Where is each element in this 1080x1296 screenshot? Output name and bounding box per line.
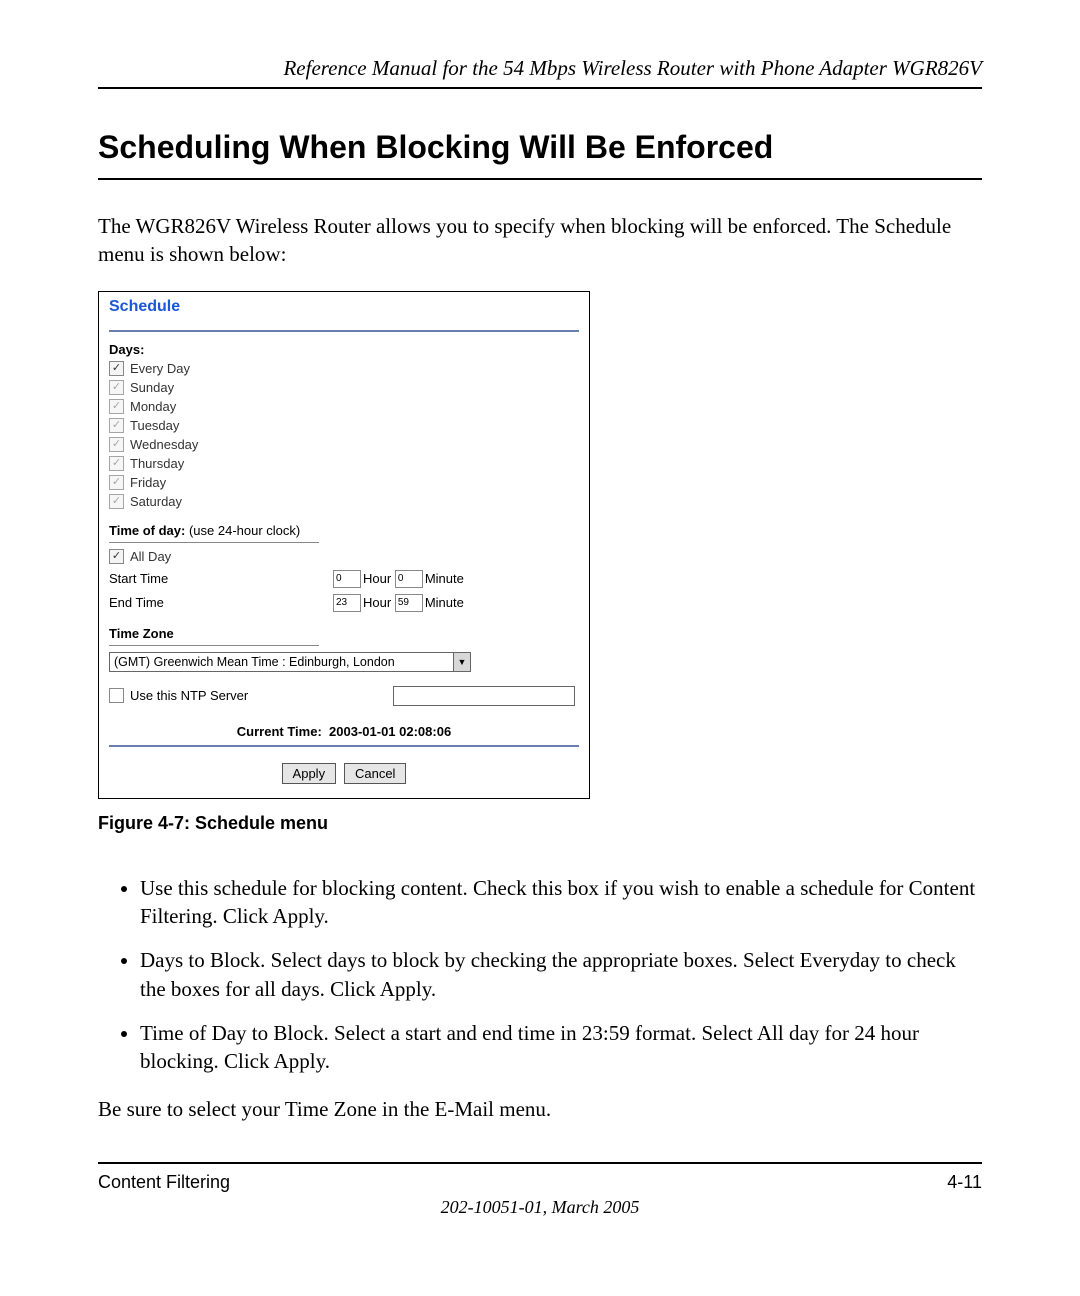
ntp-server-input[interactable]: [393, 686, 575, 706]
divider: [109, 330, 579, 332]
closing-paragraph: Be sure to select your Time Zone in the …: [98, 1097, 982, 1122]
bullet-list: Use this schedule for blocking content. …: [98, 874, 982, 1076]
ntp-row: Use this NTP Server: [109, 686, 579, 706]
checkbox-icon: ✓: [109, 494, 124, 509]
start-hour-input[interactable]: 0: [333, 570, 361, 588]
end-hour-input[interactable]: 23: [333, 594, 361, 612]
apply-button[interactable]: Apply: [282, 763, 337, 784]
minute-label: Minute: [425, 595, 464, 610]
footer-doc-id: 202-10051-01, March 2005: [98, 1197, 982, 1218]
start-minute-input[interactable]: 0: [395, 570, 423, 588]
page-footer: Content Filtering 4-11 202-10051-01, Mar…: [98, 1162, 982, 1218]
start-time-row: Start Time 0 Hour 0 Minute: [109, 570, 579, 588]
intro-paragraph: The WGR826V Wireless Router allows you t…: [98, 212, 982, 269]
hour-label: Hour: [363, 595, 391, 610]
checkbox-everyday-row[interactable]: ✓ Every Day: [109, 361, 579, 376]
checkbox-friday-row[interactable]: ✓ Friday: [109, 475, 579, 490]
checkbox-label: Thursday: [130, 456, 184, 471]
days-label: Days:: [109, 342, 579, 357]
end-time-label: End Time: [109, 595, 333, 610]
timezone-label: Time Zone: [109, 626, 579, 641]
checkbox-icon: ✓: [109, 399, 124, 414]
footer-page-number: 4-11: [947, 1172, 982, 1193]
checkbox-monday-row[interactable]: ✓ Monday: [109, 399, 579, 414]
checkbox-icon: ✓: [109, 380, 124, 395]
list-item: Days to Block. Select days to block by c…: [140, 946, 982, 1003]
checkbox-wednesday-row[interactable]: ✓ Wednesday: [109, 437, 579, 452]
chevron-down-icon: ▼: [453, 653, 470, 671]
cancel-button[interactable]: Cancel: [344, 763, 406, 784]
end-minute-input[interactable]: 59: [395, 594, 423, 612]
checkbox-icon: ✓: [109, 456, 124, 471]
checkbox-label: Every Day: [130, 361, 190, 376]
checkbox-icon: ✓: [109, 418, 124, 433]
current-time: Current Time: 2003-01-01 02:08:06: [109, 724, 579, 739]
button-row: Apply Cancel: [109, 763, 579, 784]
checkbox-sunday-row[interactable]: ✓ Sunday: [109, 380, 579, 395]
timezone-select[interactable]: (GMT) Greenwich Mean Time : Edinburgh, L…: [109, 652, 471, 672]
checkbox-label: Tuesday: [130, 418, 179, 433]
checkbox-label: Monday: [130, 399, 176, 414]
section-heading: Scheduling When Blocking Will Be Enforce…: [98, 129, 982, 180]
figure-caption: Figure 4-7: Schedule menu: [98, 813, 982, 834]
ntp-label: Use this NTP Server: [130, 688, 248, 703]
checkbox-icon: ✓: [109, 475, 124, 490]
list-item: Use this schedule for blocking content. …: [140, 874, 982, 931]
tod-note: (use 24-hour clock): [185, 523, 300, 538]
checkbox-ntp[interactable]: [109, 688, 124, 703]
divider: [109, 542, 319, 543]
checkbox-label: Wednesday: [130, 437, 198, 452]
checkbox-label: Saturday: [130, 494, 182, 509]
start-time-label: Start Time: [109, 571, 333, 586]
checkbox-label: All Day: [130, 549, 171, 564]
checkbox-icon: ✓: [109, 549, 124, 564]
divider: [109, 745, 579, 747]
schedule-title: Schedule: [109, 298, 579, 316]
hour-label: Hour: [363, 571, 391, 586]
checkbox-icon: ✓: [109, 437, 124, 452]
checkbox-tuesday-row[interactable]: ✓ Tuesday: [109, 418, 579, 433]
checkbox-allday-row[interactable]: ✓ All Day: [109, 549, 579, 564]
tod-label: Time of day:: [109, 523, 185, 538]
manual-title: Reference Manual for the 54 Mbps Wireles…: [98, 56, 982, 89]
checkbox-saturday-row[interactable]: ✓ Saturday: [109, 494, 579, 509]
list-item: Time of Day to Block. Select a start and…: [140, 1019, 982, 1076]
current-time-value: 2003-01-01 02:08:06: [329, 724, 451, 739]
checkbox-thursday-row[interactable]: ✓ Thursday: [109, 456, 579, 471]
divider: [109, 645, 319, 646]
current-time-label: Current Time:: [237, 724, 322, 739]
schedule-screenshot: Schedule Days: ✓ Every Day ✓ Sunday ✓ Mo…: [98, 291, 590, 799]
end-time-row: End Time 23 Hour 59 Minute: [109, 594, 579, 612]
timezone-value: (GMT) Greenwich Mean Time : Edinburgh, L…: [110, 655, 453, 669]
checkbox-icon: ✓: [109, 361, 124, 376]
checkbox-label: Friday: [130, 475, 166, 490]
minute-label: Minute: [425, 571, 464, 586]
checkbox-label: Sunday: [130, 380, 174, 395]
footer-section-name: Content Filtering: [98, 1172, 230, 1193]
